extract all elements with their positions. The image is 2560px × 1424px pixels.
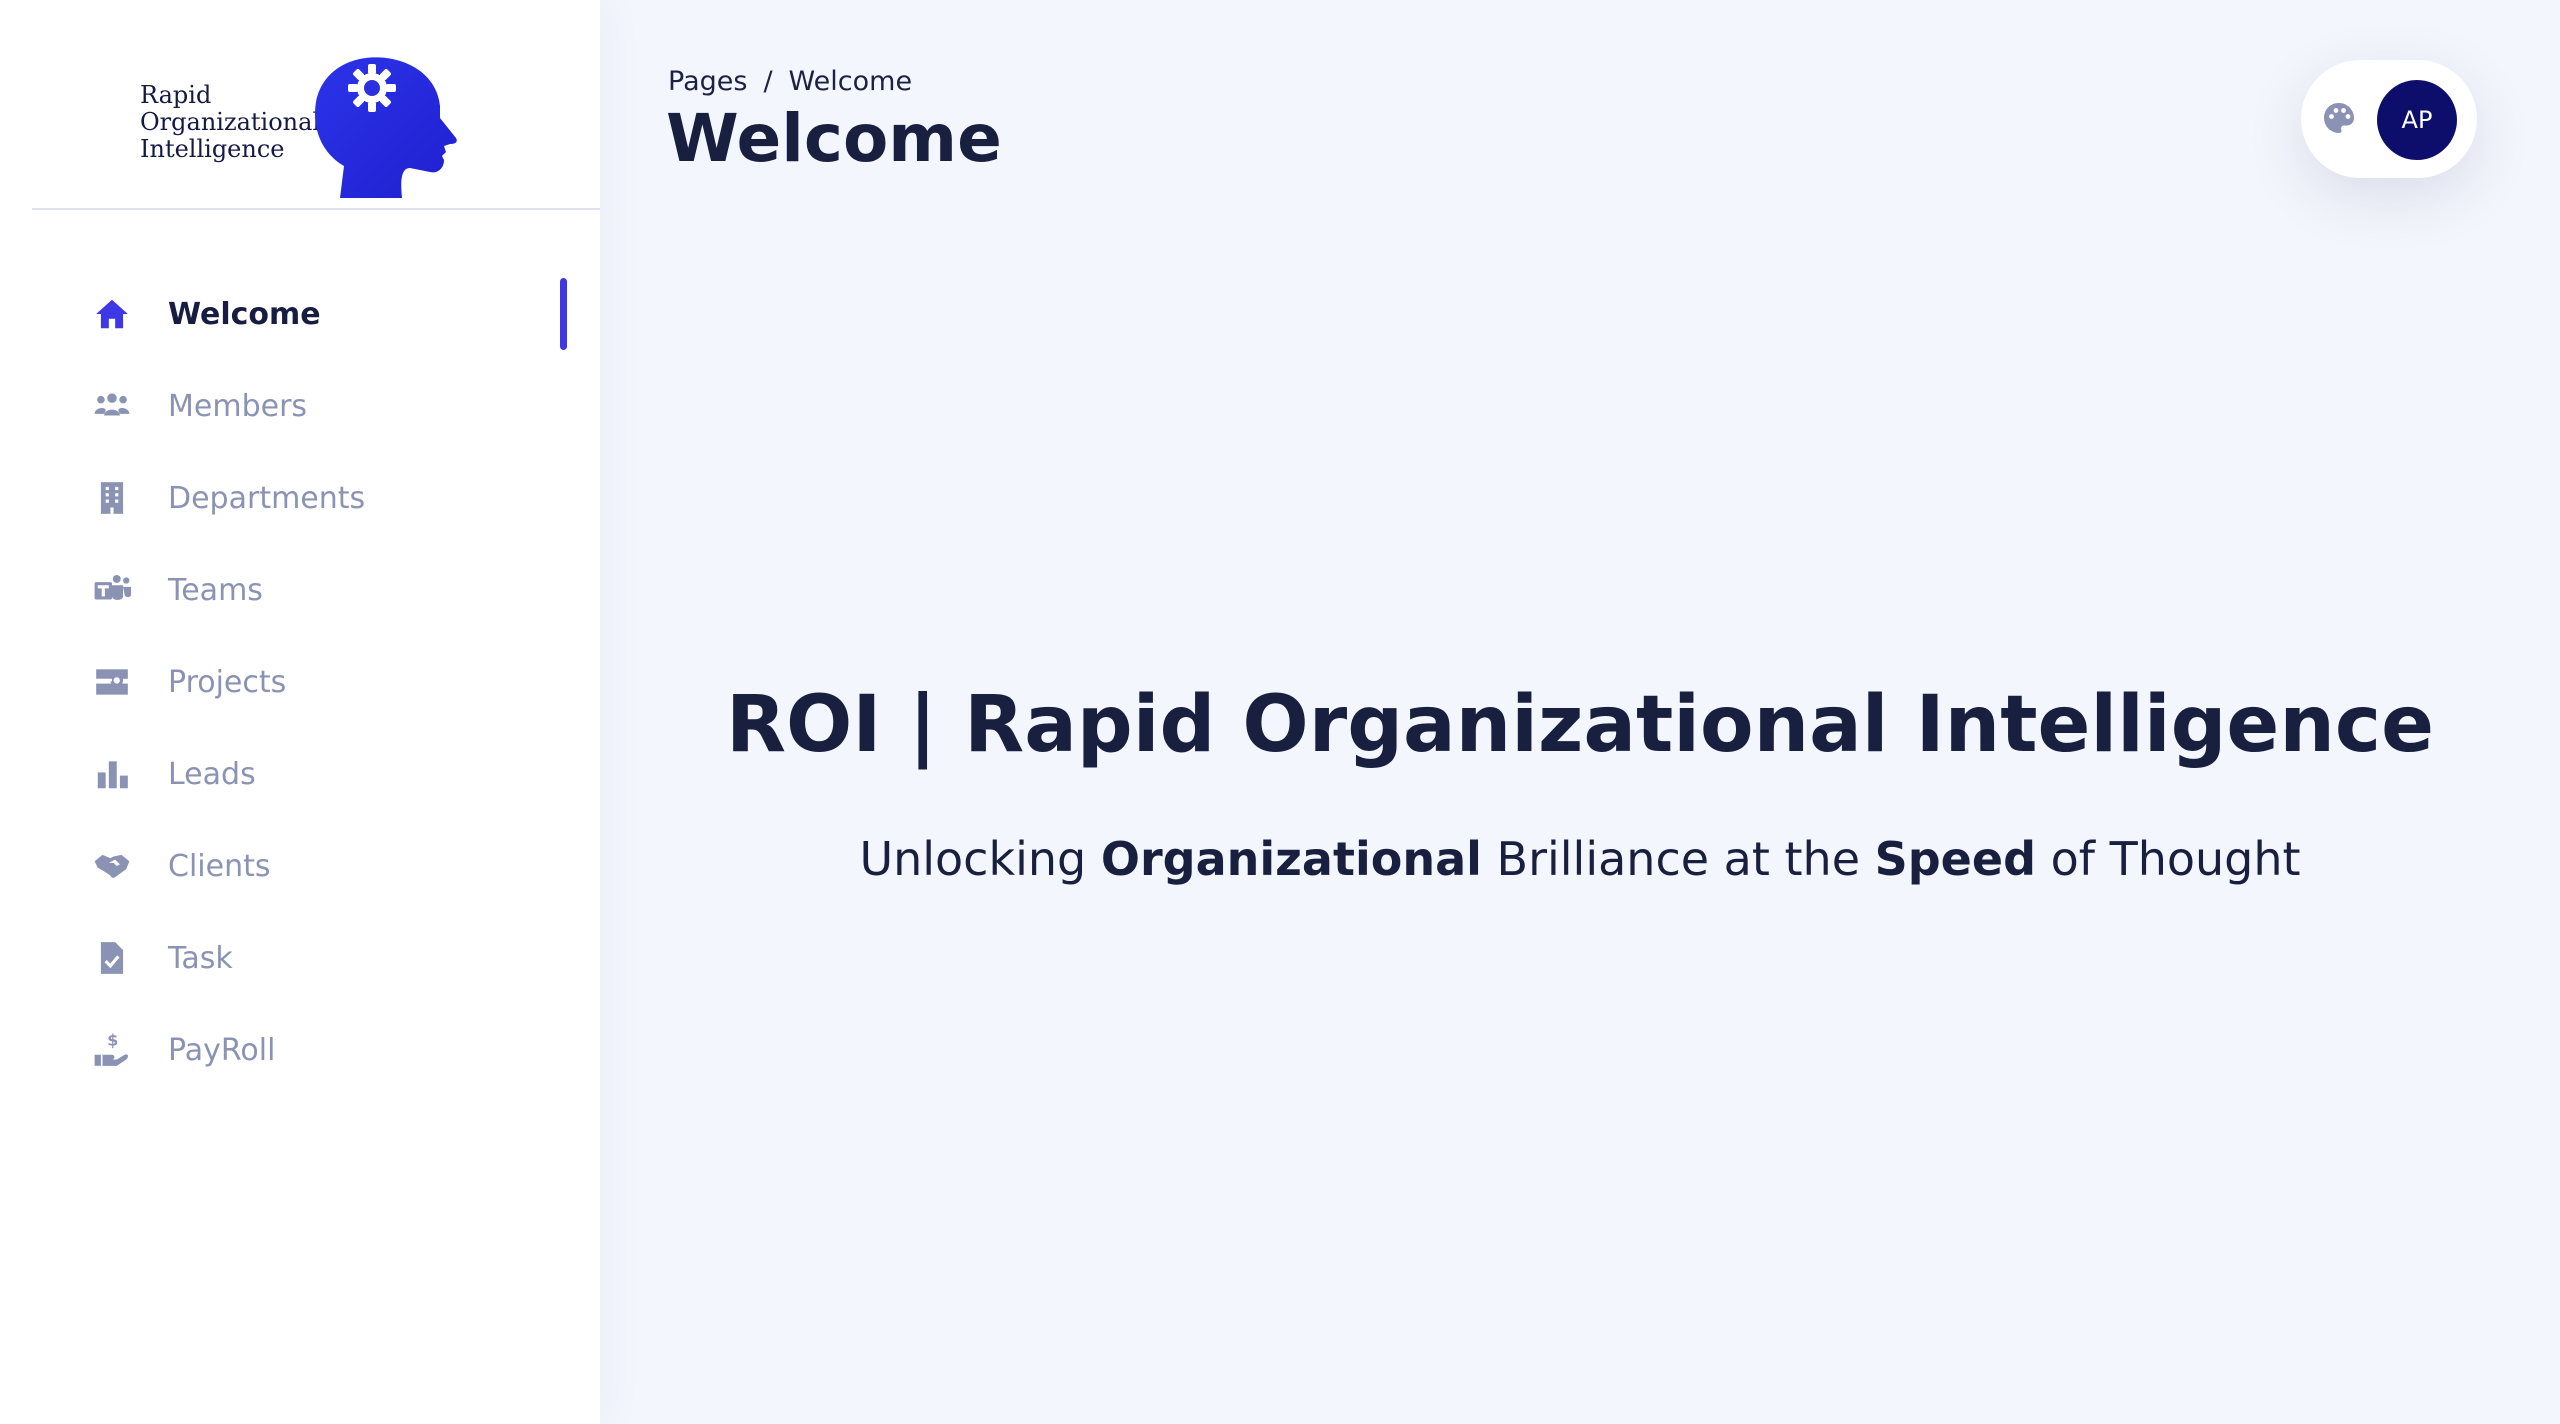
breadcrumb-separator: / <box>763 66 773 97</box>
projects-icon <box>90 663 134 701</box>
sidebar-item-projects[interactable]: Projects <box>0 636 600 728</box>
brand-logo[interactable]: Rapid Organizational Intelligence <box>32 0 600 210</box>
sidebar-item-label: Clients <box>168 848 271 884</box>
logo-text: Rapid Organizational Intelligence <box>140 82 320 163</box>
hero-subtitle-part: Brilliance at the <box>1481 832 1875 886</box>
teams-icon <box>90 571 134 609</box>
hero-subtitle-emphasis: Speed <box>1874 832 2037 886</box>
sidebar-item-leads[interactable]: Leads <box>0 728 600 820</box>
brain-head-logo-icon <box>315 57 457 198</box>
building-icon <box>90 479 134 517</box>
sidebar-item-label: Projects <box>168 664 287 700</box>
main-content: Pages / Welcome Welcome AP ROI | Rapid Org… <box>600 0 2560 1424</box>
sidebar-item-payroll[interactable]: $ PayRoll <box>0 1004 600 1096</box>
logo-line-1: Rapid <box>140 81 212 109</box>
hero-title: ROI | Rapid Organizational Intelligence <box>725 680 2434 770</box>
breadcrumb: Pages / Welcome <box>668 66 924 97</box>
sidebar-item-departments[interactable]: Departments <box>0 452 600 544</box>
sidebar-item-welcome[interactable]: Welcome <box>0 268 600 360</box>
sidebar-item-teams[interactable]: Teams <box>0 544 600 636</box>
breadcrumb-current: Welcome <box>788 66 913 97</box>
sidebar-item-label: Departments <box>168 480 366 516</box>
sidebar-item-members[interactable]: Members <box>0 360 600 452</box>
hero-subtitle-part: Unlocking <box>859 832 1101 886</box>
hero-subtitle-part: of Thought <box>2036 832 2301 886</box>
hero-subtitle-emphasis: Organizational <box>1100 832 1482 886</box>
handshake-icon <box>90 847 134 885</box>
breadcrumb-root[interactable]: Pages <box>668 66 747 97</box>
people-icon <box>90 387 134 425</box>
user-controls: AP <box>2301 60 2477 178</box>
task-icon <box>90 939 134 977</box>
sidebar-item-label: Members <box>168 388 308 424</box>
avatar[interactable]: AP <box>2377 80 2457 160</box>
sidebar-item-label: Welcome <box>168 296 321 332</box>
svg-text:$: $ <box>107 1031 118 1049</box>
sidebar-item-label: PayRoll <box>168 1032 276 1068</box>
active-indicator <box>560 278 567 350</box>
sidebar-nav: Welcome Members Departments Teams Projec… <box>0 268 600 1096</box>
sidebar-item-label: Teams <box>168 572 263 608</box>
hero-subtitle: Unlocking Organizational Brilliance at t… <box>600 832 2560 886</box>
logo-line-3: Intelligence <box>140 135 285 163</box>
bar-chart-icon <box>90 755 134 793</box>
palette-icon[interactable] <box>2321 100 2357 136</box>
sidebar-item-clients[interactable]: Clients <box>0 820 600 912</box>
payroll-icon: $ <box>90 1031 134 1069</box>
sidebar: Rapid Organizational Intelligence Welcom… <box>0 0 600 1424</box>
home-icon <box>90 295 134 333</box>
sidebar-item-task[interactable]: Task <box>0 912 600 1004</box>
logo-line-2: Organizational <box>140 108 321 136</box>
sidebar-item-label: Leads <box>168 756 256 792</box>
sidebar-item-label: Task <box>168 940 233 976</box>
page-title: Welcome <box>666 100 1002 177</box>
